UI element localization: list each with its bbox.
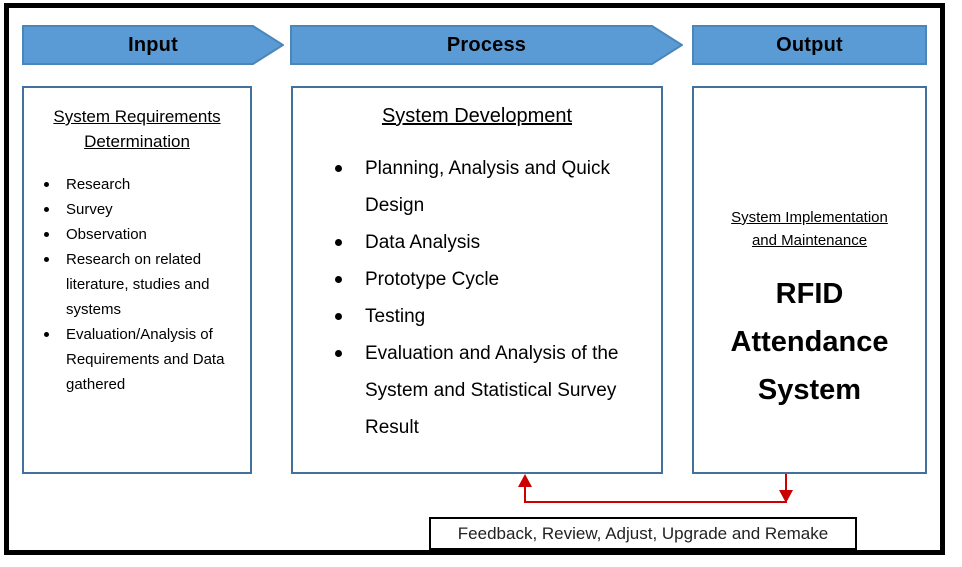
input-title-line1: System Requirements — [53, 107, 221, 126]
output-content-box: System Implementation and Maintenance RF… — [692, 86, 927, 474]
list-item: Data Analysis — [323, 224, 661, 261]
list-item: Research on related literature, studies … — [34, 247, 250, 322]
list-item: Evaluation and Analysis of the System an… — [323, 335, 661, 446]
header-input[interactable]: Input — [22, 25, 284, 65]
list-item: Prototype Cycle — [323, 261, 661, 298]
feedback-label: Feedback, Review, Adjust, Upgrade and Re… — [457, 523, 829, 543]
header-process[interactable]: Process — [290, 25, 683, 65]
output-subtitle-line1: System Implementation — [731, 209, 888, 226]
list-item: Observation — [34, 222, 250, 247]
process-content-box: System Development Planning, Analysis an… — [291, 86, 663, 474]
header-output[interactable]: Output — [692, 25, 927, 65]
feedback-loop-horizontal-line — [524, 501, 787, 503]
feedback-arrow-up-icon — [518, 474, 532, 487]
output-main-line3: System — [757, 374, 862, 406]
feedback-box: Feedback, Review, Adjust, Upgrade and Re… — [429, 517, 857, 550]
output-main-line1: RFID — [775, 278, 844, 310]
input-title-line2: Determination — [84, 132, 190, 151]
process-section-title: System Development — [381, 105, 573, 127]
list-item: Planning, Analysis and Quick Design — [323, 150, 661, 224]
input-section-title: System Requirements Determination — [32, 104, 242, 154]
feedback-loop-left-vertical-line — [524, 486, 526, 503]
header-process-label: Process — [446, 33, 527, 56]
list-item: Research — [34, 172, 250, 197]
output-main-line2: Attendance — [730, 326, 889, 358]
input-bullet-list: Research Survey Observation Research on … — [24, 172, 250, 397]
header-output-label: Output — [776, 33, 843, 56]
feedback-loop-right-vertical-line — [785, 474, 787, 490]
output-spacer — [694, 88, 925, 206]
list-item: Survey — [34, 197, 250, 222]
feedback-arrow-down-icon — [779, 490, 793, 503]
input-content-box: System Requirements Determination Resear… — [22, 86, 252, 474]
list-item: Testing — [323, 298, 661, 335]
list-item: Evaluation/Analysis of Requirements and … — [34, 322, 250, 397]
output-subtitle: System Implementation and Maintenance — [706, 206, 913, 252]
process-bullet-list: Planning, Analysis and Quick Design Data… — [293, 150, 661, 446]
header-input-label: Input — [128, 33, 178, 56]
diagram-canvas: Input Process Output System Requirements… — [0, 0, 962, 567]
output-main-title: RFID Attendance System — [694, 270, 925, 414]
output-subtitle-line2: and Maintenance — [751, 232, 868, 249]
